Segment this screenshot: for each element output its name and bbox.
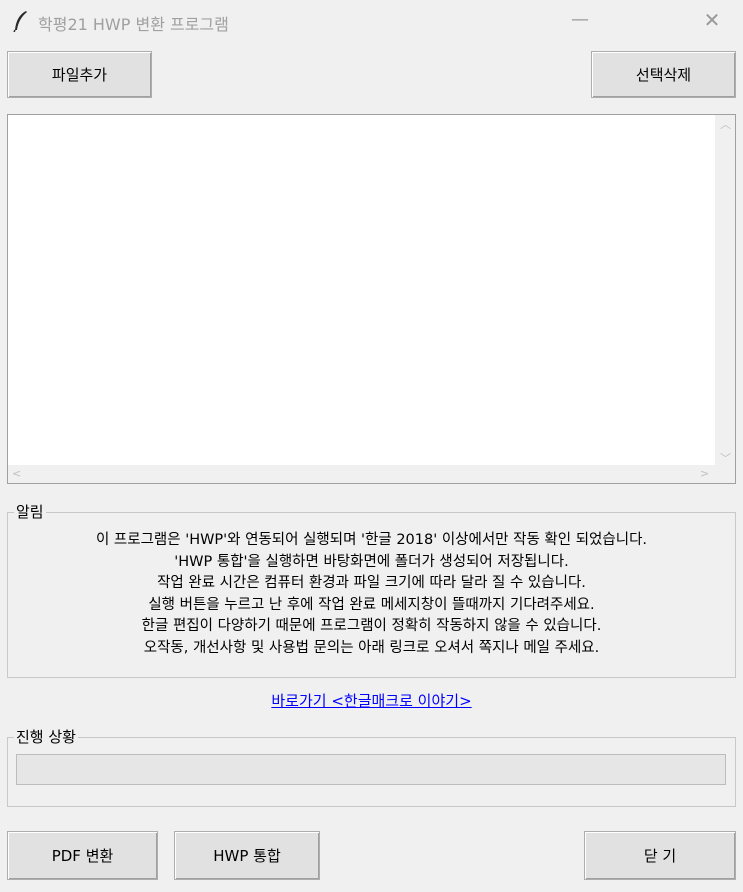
scroll-left-icon[interactable]: < bbox=[12, 468, 21, 480]
close-button[interactable]: 닫 기 bbox=[584, 831, 736, 880]
feather-icon bbox=[13, 11, 27, 32]
hwp-merge-button[interactable]: HWP 통합 bbox=[174, 831, 320, 880]
window-title: 학평21 HWP 변환 프로그램 bbox=[38, 15, 229, 34]
notice-line: 실행 버튼을 누르고 난 후에 작업 완료 메세지창이 뜰때까지 기다려주세요. bbox=[148, 596, 595, 613]
progress-label: 진행 상황 bbox=[14, 726, 78, 747]
scroll-up-icon[interactable]: ︿ bbox=[720, 119, 731, 131]
notice-line: 이 프로그램은 'HWP'와 연동되어 실행되며 '한글 2018' 이상에서만… bbox=[95, 532, 648, 548]
pdf-convert-button[interactable]: PDF 변환 bbox=[7, 831, 158, 880]
file-list[interactable]: ︿ ﹀ < > bbox=[7, 114, 736, 484]
notice-line: 오작동, 개선사항 및 사용법 문의는 아래 링크로 오셔서 쪽지나 메일 주세… bbox=[143, 639, 600, 656]
notice-line: 작업 완료 시간은 컴퓨터 환경과 파일 크기에 따라 달라 질 수 있습니다. bbox=[157, 575, 586, 591]
progress-bar bbox=[16, 754, 726, 785]
add-files-button[interactable]: 파일추가 bbox=[7, 51, 152, 98]
scroll-right-icon[interactable]: > bbox=[700, 468, 709, 480]
notice-line: 'HWP 통합'을 실행하면 바탕화면에 폴더가 생성되어 저장됩니다. bbox=[174, 553, 569, 570]
title-bar: 학평21 HWP 변환 프로그램 — ✕ bbox=[0, 0, 743, 44]
shortcut-link[interactable]: 바로가기 <한글매크로 이야기> bbox=[0, 690, 743, 711]
vertical-scrollbar[interactable]: ︿ ﹀ bbox=[715, 115, 735, 467]
close-window-button[interactable]: ✕ bbox=[700, 8, 724, 32]
notice-label: 알림 bbox=[14, 501, 46, 522]
minimize-button[interactable]: — bbox=[570, 8, 590, 32]
notice-line: 한글 편집이 다양하기 때문에 프로그램이 정확히 작동하지 않을 수 있습니다… bbox=[141, 618, 602, 634]
scroll-down-icon[interactable]: ﹀ bbox=[720, 453, 731, 465]
notice-text: 이 프로그램은 'HWP'와 연동되어 실행되며 '한글 2018' 이상에서만… bbox=[8, 530, 735, 659]
delete-selected-button[interactable]: 선택삭제 bbox=[591, 51, 736, 98]
horizontal-scrollbar[interactable]: < > bbox=[8, 465, 715, 483]
scrollbar-corner bbox=[715, 465, 735, 483]
